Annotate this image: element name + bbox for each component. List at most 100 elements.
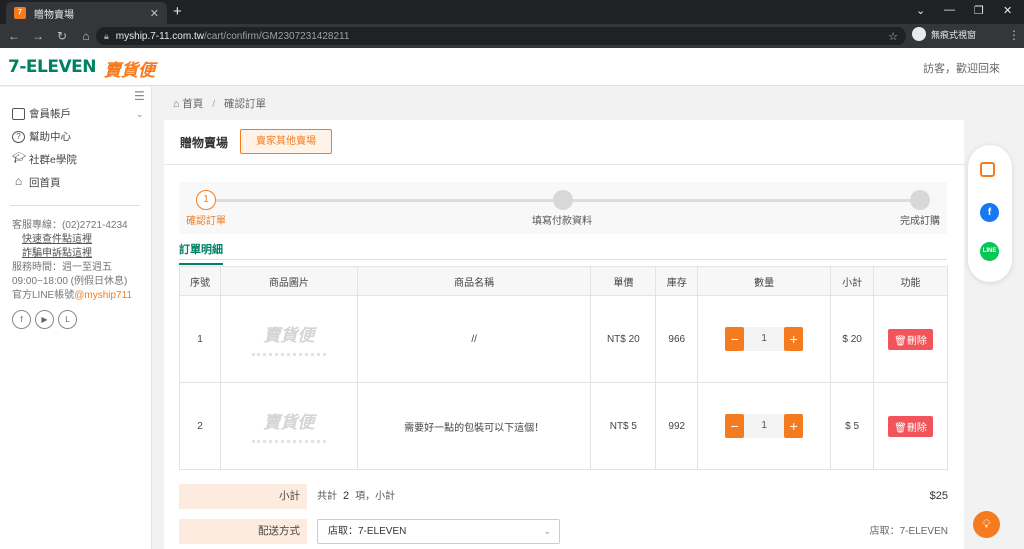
action-cell: 🗑︎刪除 bbox=[873, 295, 948, 383]
quantity-stepper: − 1 + bbox=[725, 327, 804, 351]
shipping-method-select[interactable]: 店取：7-ELEVEN ⌄ bbox=[317, 519, 560, 544]
sidebar-item-home[interactable]: ⌂ 回首頁 bbox=[12, 175, 61, 190]
subtotal-row: 小計 共計 2 項，小計 $25 bbox=[179, 484, 948, 509]
product-thumbnail[interactable]: 賣貨便 bbox=[251, 409, 326, 443]
minimize-icon[interactable]: — bbox=[944, 4, 955, 16]
sidebar: ☰ 會員帳戶 ⌄ ? 幫助中心 🎓︎ 社群e學院 ⌂ 回首頁 客服專線：(02)… bbox=[0, 87, 152, 549]
action-cell: 🗑︎刪除 bbox=[873, 382, 948, 470]
home-browser-icon[interactable]: ⌂ bbox=[76, 29, 96, 43]
increase-qty-button[interactable]: + bbox=[784, 327, 804, 351]
product-image-cell: 賣貨便 bbox=[219, 382, 358, 470]
sidebar-item-member[interactable]: 會員帳戶 bbox=[12, 106, 71, 121]
graduation-cap-icon: 🎓︎ bbox=[12, 151, 26, 164]
incognito-icon bbox=[912, 27, 926, 41]
copy-link-icon[interactable] bbox=[980, 162, 995, 177]
sidebar-item-label: 幫助中心 bbox=[29, 131, 71, 143]
new-tab-icon[interactable]: + bbox=[173, 3, 182, 20]
item-count: 2 bbox=[343, 490, 350, 502]
tab-search-icon[interactable]: ⌄ bbox=[916, 4, 925, 17]
col-header: 庫存 bbox=[655, 266, 699, 296]
bookmark-star-icon[interactable]: ☆ bbox=[888, 30, 898, 43]
order-table: 序號 商品圖片 商品名稱 單價 庫存 數量 小計 功能 1 賣貨便 // NT$… bbox=[179, 266, 948, 470]
col-header: 單價 bbox=[590, 266, 657, 296]
breadcrumb-separator: / bbox=[212, 98, 216, 110]
breadcrumb-current: 確認訂單 bbox=[224, 98, 267, 110]
order-card: 贈物賣場 賣家其他賣場 1 確認訂單 填寫付款資料 完成訂購 訂單明細 序號 商… bbox=[164, 120, 964, 549]
url-path: /cart/confirm/GM2307231428211 bbox=[203, 30, 350, 42]
sidebar-item-help[interactable]: ? 幫助中心 bbox=[12, 129, 71, 144]
count-prefix: 共計 bbox=[317, 491, 337, 502]
chevron-down-icon: ⌄ bbox=[543, 526, 551, 536]
increase-qty-button[interactable]: + bbox=[784, 414, 804, 438]
line-account-id[interactable]: @myship711 bbox=[74, 290, 132, 301]
table-row: 2 賣貨便 需要好一點的包裝可以下這個！ NT$ 5 992 − 1 + $ 5… bbox=[179, 382, 948, 470]
product-thumbnail[interactable]: 賣貨便 bbox=[251, 322, 326, 356]
forward-icon[interactable]: → bbox=[28, 29, 48, 43]
sidebar-item-label: 回首頁 bbox=[29, 177, 61, 189]
visitor-greeting: 訪客，歡迎回來 bbox=[923, 63, 1000, 75]
col-header: 小計 bbox=[830, 266, 875, 296]
seller-other-stores-button[interactable]: 賣家其他賣場 bbox=[240, 129, 332, 154]
count-suffix: 項，小計 bbox=[355, 491, 396, 502]
facebook-icon[interactable]: f bbox=[12, 310, 31, 329]
browser-tab[interactable]: 7 贈物賣場 ✕ bbox=[6, 2, 167, 24]
breadcrumb-home[interactable]: 首頁 bbox=[182, 98, 203, 110]
quantity-input[interactable]: 1 bbox=[744, 327, 785, 351]
breadcrumb: ⌂ 首頁 / 確認訂單 bbox=[173, 96, 266, 111]
col-header: 商品名稱 bbox=[356, 266, 592, 296]
home-icon: ⌂ bbox=[14, 173, 23, 188]
shipping-label: 配送方式 bbox=[179, 519, 307, 544]
line-account-label: 官方LINE帳號 bbox=[12, 290, 75, 301]
stock-count: 992 bbox=[655, 382, 699, 470]
question-icon: ? bbox=[12, 130, 25, 143]
site-favicon-icon: 7 bbox=[14, 7, 26, 19]
chevron-down-icon[interactable]: ⌄ bbox=[136, 109, 144, 120]
decrease-qty-button[interactable]: − bbox=[725, 414, 745, 438]
delete-button[interactable]: 🗑︎刪除 bbox=[888, 328, 933, 350]
url-host: myship.7-11.com.tw bbox=[115, 30, 204, 42]
contact-phone: 客服專線：(02)2721-4234 bbox=[12, 220, 128, 231]
step-3-label: 完成訂購 bbox=[900, 216, 940, 227]
lightbulb-icon[interactable]: 💡︎ bbox=[973, 511, 1000, 538]
youtube-icon[interactable]: ▶ bbox=[35, 310, 54, 329]
incognito-indicator[interactable]: 無痕式視窗 bbox=[912, 27, 976, 41]
product-image-cell: 賣貨便 bbox=[219, 295, 358, 383]
subtotal-label: 小計 bbox=[179, 484, 307, 509]
col-header: 序號 bbox=[179, 266, 221, 296]
close-window-icon[interactable]: ✕ bbox=[1003, 4, 1012, 17]
maihuobian-logo[interactable]: 賣貨便 bbox=[104, 56, 155, 81]
stock-count: 966 bbox=[655, 295, 699, 383]
browser-menu-icon[interactable]: ⋮ bbox=[1008, 28, 1020, 42]
hamburger-menu-icon[interactable]: ☰ bbox=[134, 89, 145, 103]
address-bar[interactable]: 🔒︎ myship.7-11.com.tw/cart/confirm/GM230… bbox=[96, 27, 906, 45]
table-header-row: 序號 商品圖片 商品名稱 單價 庫存 數量 小計 功能 bbox=[179, 266, 948, 296]
restore-icon[interactable]: ❐ bbox=[974, 4, 984, 17]
delete-button[interactable]: 🗑︎刪除 bbox=[888, 415, 933, 437]
row-number: 1 bbox=[179, 295, 221, 383]
unit-price: NT$ 5 bbox=[590, 382, 657, 470]
home-icon[interactable]: ⌂ bbox=[173, 98, 179, 110]
shipping-row: 配送方式 店取：7-ELEVEN ⌄ 店取：7-ELEVEN bbox=[179, 519, 948, 544]
reload-icon[interactable]: ↻ bbox=[52, 29, 72, 43]
quantity-input[interactable]: 1 bbox=[744, 414, 785, 438]
back-icon[interactable]: ← bbox=[4, 29, 24, 43]
facebook-share-icon[interactable]: f bbox=[980, 203, 999, 222]
unit-price: NT$ 20 bbox=[590, 295, 657, 383]
quantity-stepper: − 1 + bbox=[725, 414, 804, 438]
product-name: 需要好一點的包裝可以下這個！ bbox=[356, 382, 592, 470]
step-1-indicator: 1 bbox=[196, 190, 216, 210]
line-icon[interactable]: L bbox=[58, 310, 77, 329]
tab-order-detail[interactable]: 訂單明細 bbox=[179, 241, 223, 265]
sidebar-item-academy[interactable]: 🎓︎ 社群e學院 bbox=[12, 152, 77, 167]
sidebar-item-label: 社群e學院 bbox=[29, 154, 77, 166]
wallet-icon bbox=[12, 107, 25, 120]
row-number: 2 bbox=[179, 382, 221, 470]
service-hours-detail: 09:00~18:00 (例假日休息) bbox=[12, 276, 128, 287]
trash-icon: 🗑︎ bbox=[894, 335, 907, 347]
decrease-qty-button[interactable]: − bbox=[725, 327, 745, 351]
line-share-icon[interactable]: LINE bbox=[980, 242, 999, 261]
card-header: 贈物賣場 賣家其他賣場 bbox=[164, 120, 964, 165]
trash-icon: 🗑︎ bbox=[894, 422, 907, 434]
seven-eleven-logo[interactable]: 7-ELEVEN bbox=[8, 57, 96, 77]
close-tab-icon[interactable]: ✕ bbox=[150, 7, 159, 20]
